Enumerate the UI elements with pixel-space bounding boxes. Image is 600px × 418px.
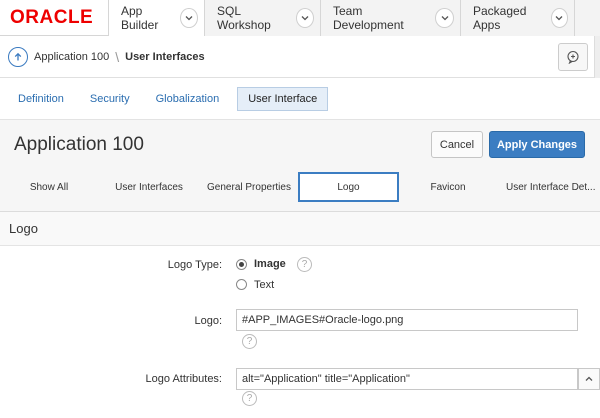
tab-general-properties[interactable]: General Properties	[200, 172, 298, 202]
right-panel-edge	[594, 36, 600, 78]
logo-type-image-label[interactable]: Image	[254, 258, 286, 270]
cancel-button[interactable]: Cancel	[431, 131, 483, 158]
nav-tab-packaged-apps[interactable]: Packaged Apps	[460, 0, 574, 36]
help-icon[interactable]: ?	[297, 257, 312, 272]
logo-attributes-label: Logo Attributes:	[145, 373, 222, 385]
tab-user-interfaces[interactable]: User Interfaces	[98, 172, 200, 202]
application-subtabs: Definition Security Globalization User I…	[0, 78, 600, 120]
chevron-down-icon[interactable]	[180, 8, 198, 28]
nav-tab-overflow[interactable]	[574, 0, 600, 36]
page-header: Application 100 Cancel Apply Changes Sho…	[0, 120, 600, 212]
oracle-logo[interactable]: ORACLE	[0, 0, 108, 36]
chevron-down-icon[interactable]	[550, 8, 568, 28]
subtab-definition[interactable]: Definition	[10, 87, 72, 111]
breadcrumb-current: User Interfaces	[125, 50, 205, 63]
nav-tab-label: Team Development	[333, 4, 404, 32]
tab-logo[interactable]: Logo	[298, 172, 399, 202]
help-icon[interactable]: ?	[242, 391, 257, 406]
logo-label: Logo:	[194, 315, 222, 327]
comment-icon[interactable]	[558, 43, 588, 71]
nav-tab-sql-workshop[interactable]: SQL Workshop	[204, 0, 320, 36]
chevron-down-icon[interactable]	[435, 8, 454, 28]
logo-type-label: Logo Type:	[167, 259, 222, 271]
breadcrumb-parent[interactable]: Application 100	[34, 51, 109, 63]
nav-tab-app-builder[interactable]: App Builder	[108, 0, 204, 36]
logo-type-text-label[interactable]: Text	[254, 279, 274, 291]
chevron-up-icon[interactable]	[578, 368, 600, 390]
top-navigation: ORACLE App Builder SQL Workshop Team Dev…	[0, 0, 600, 36]
form-region-tabs: Show All User Interfaces General Propert…	[0, 172, 600, 202]
up-arrow-icon[interactable]	[8, 46, 28, 67]
logo-type-image-radio[interactable]	[236, 259, 247, 270]
tab-user-interface-details[interactable]: User Interface Det...	[497, 172, 600, 202]
oracle-logo-text: ORACLE	[10, 7, 94, 28]
logo-section-heading: Logo	[0, 212, 600, 246]
nav-tab-team-development[interactable]: Team Development	[320, 0, 460, 36]
nav-tab-label: Packaged Apps	[473, 4, 527, 32]
tab-favicon[interactable]: Favicon	[399, 172, 497, 202]
chevron-down-icon[interactable]	[295, 8, 314, 28]
subtab-globalization[interactable]: Globalization	[148, 87, 228, 111]
logo-attributes-field[interactable]: alt="Application" title="Application"	[236, 368, 578, 390]
apply-changes-button[interactable]: Apply Changes	[489, 131, 585, 158]
help-icon[interactable]: ?	[242, 334, 257, 349]
breadcrumb-separator: \	[115, 48, 120, 65]
subtab-security[interactable]: Security	[82, 87, 138, 111]
tab-show-all[interactable]: Show All	[0, 172, 98, 202]
logo-field[interactable]: #APP_IMAGES#Oracle-logo.png	[236, 309, 578, 331]
logo-type-text-radio[interactable]	[236, 279, 247, 290]
subtab-user-interface[interactable]: User Interface	[237, 86, 329, 111]
page-title: Application 100	[14, 134, 144, 155]
breadcrumb: Application 100 \ User Interfaces	[0, 36, 600, 78]
nav-tab-label: App Builder	[121, 4, 159, 32]
nav-tab-label: SQL Workshop	[217, 4, 271, 32]
